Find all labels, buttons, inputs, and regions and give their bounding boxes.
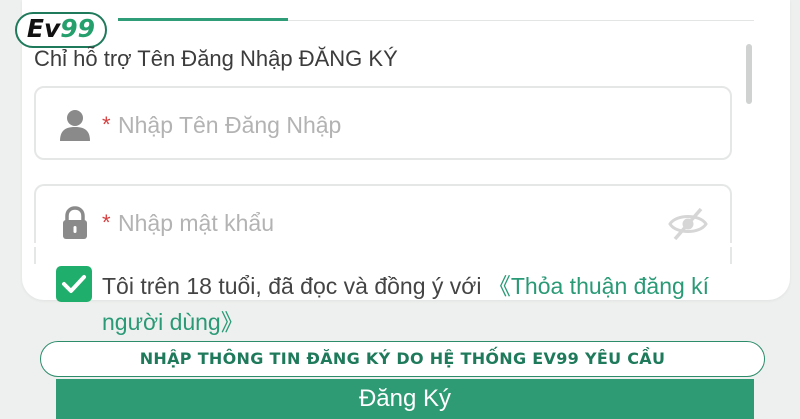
ev99-logo: Ev99 xyxy=(15,12,107,48)
lock-icon xyxy=(63,206,87,239)
register-button[interactable]: Đăng Ký xyxy=(56,379,754,419)
logo-text-accent: 99 xyxy=(60,14,96,43)
agreement-text: Tôi trên 18 tuổi, đã đọc và đồng ý với 《… xyxy=(102,268,762,340)
logo-text-main: Ev xyxy=(26,14,61,43)
username-field[interactable]: * xyxy=(34,86,732,160)
eye-off-icon[interactable] xyxy=(668,206,708,242)
agreement-label: Tôi trên 18 tuổi, đã đọc và đồng ý với xyxy=(102,273,488,299)
check-icon xyxy=(62,275,86,293)
instruction-banner: NHẬP THÔNG TIN ĐĂNG KÝ DO HỆ THỐNG EV99 … xyxy=(40,341,765,377)
username-hint: Chỉ hỗ trợ Tên Đăng Nhập ĐĂNG KÝ xyxy=(34,46,398,71)
password-input[interactable] xyxy=(116,202,660,244)
required-mark: * xyxy=(102,112,111,137)
scrollbar[interactable] xyxy=(746,44,752,104)
password-field[interactable]: * xyxy=(34,184,732,264)
field-clip-mask xyxy=(22,243,790,247)
user-icon xyxy=(60,110,90,141)
required-mark: * xyxy=(102,210,111,235)
username-input[interactable] xyxy=(116,104,660,146)
tab-active-indicator[interactable] xyxy=(118,18,288,21)
agree-checkbox[interactable] xyxy=(56,266,92,302)
